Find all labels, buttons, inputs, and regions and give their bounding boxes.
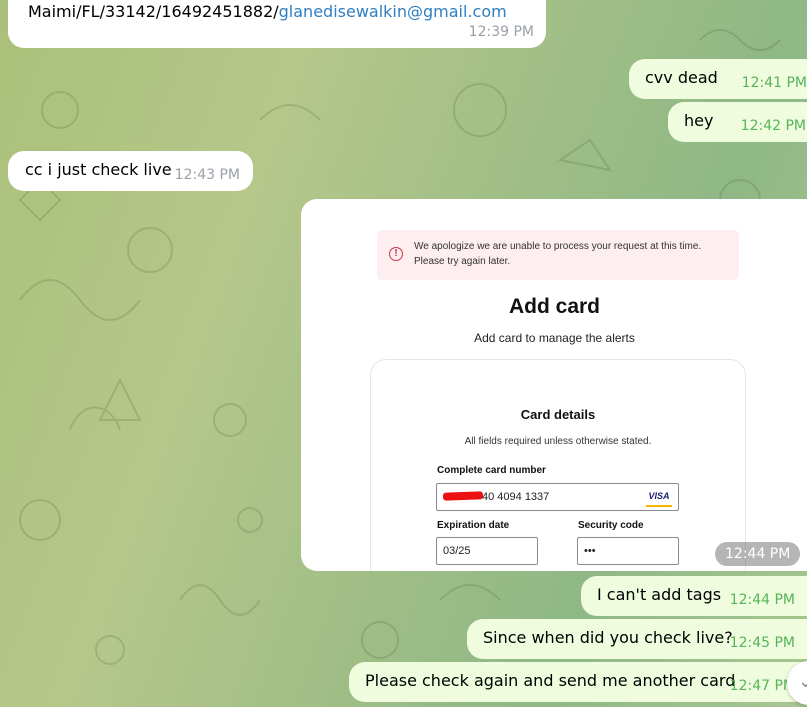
card-details-title: Card details — [520, 407, 596, 422]
message-text: Since when did you check live? — [483, 628, 733, 647]
message-text: cvv dead — [645, 68, 718, 87]
card-details-panel: Card details All fields required unless … — [370, 359, 746, 571]
card-details-subtitle: All fields required unless otherwise sta… — [464, 436, 652, 447]
message-text: Maimi/FL/33142/16492451882/ — [28, 2, 279, 21]
outgoing-message[interactable]: I can't add tags 12:44 PM — [581, 576, 807, 616]
message-text: cc i just check live — [25, 160, 172, 179]
expiration-label: Expiration date — [437, 520, 510, 531]
message-time: 12:42 PM — [740, 118, 806, 134]
add-card-subtitle: Add card to manage the alerts — [474, 331, 635, 345]
expiration-field: 03/25 — [436, 537, 538, 565]
add-card-title: Add card — [508, 295, 600, 318]
message-time: 12:47 PM — [729, 678, 795, 694]
outgoing-message[interactable]: cvv dead 12:41 PM — [629, 59, 807, 99]
security-code-field: ••• — [577, 537, 679, 565]
outgoing-message[interactable]: hey 12:42 PM — [668, 102, 807, 142]
visa-logo-icon: VISA — [646, 489, 672, 507]
message-time: 12:45 PM — [729, 635, 795, 651]
email-link[interactable]: glanedisewalkin@gmail.com — [279, 2, 507, 21]
outgoing-message[interactable]: Please check again and send me another c… — [349, 662, 807, 702]
message-text: I can't add tags — [597, 585, 722, 604]
outgoing-message[interactable]: Since when did you check live? 12:45 PM — [467, 619, 807, 659]
image-time-badge: 12:44 PM — [715, 542, 801, 566]
security-code-value: ••• — [584, 545, 596, 557]
message-time: 12:41 PM — [741, 75, 807, 91]
error-banner: ! We apologize we are unable to process … — [377, 230, 739, 280]
card-number-label: Complete card number — [437, 465, 546, 476]
message-time: 12:44 PM — [729, 592, 795, 608]
card-number-value: 40 4094 1337 — [482, 491, 550, 503]
chevron-down-icon: ⌄ — [798, 671, 807, 692]
message-time: 12:43 PM — [174, 167, 240, 183]
error-icon: ! — [389, 247, 403, 261]
message-text: Please check again and send me another c… — [365, 671, 736, 690]
incoming-message[interactable]: cc i just check live 12:43 PM — [8, 151, 253, 191]
error-text: We apologize we are unable to process yo… — [414, 241, 702, 267]
message-time: 12:39 PM — [468, 24, 534, 40]
screenshot-image-message[interactable]: ! We apologize we are unable to process … — [301, 199, 807, 571]
redaction-mark — [442, 491, 484, 501]
expiration-value: 03/25 — [443, 545, 471, 557]
incoming-message[interactable]: Maimi/FL/33142/16492451882/glanedisewalk… — [8, 0, 546, 48]
card-number-field: 40 4094 1337 VISA — [436, 483, 679, 511]
message-text: hey — [684, 111, 714, 130]
security-code-label: Security code — [578, 520, 644, 531]
